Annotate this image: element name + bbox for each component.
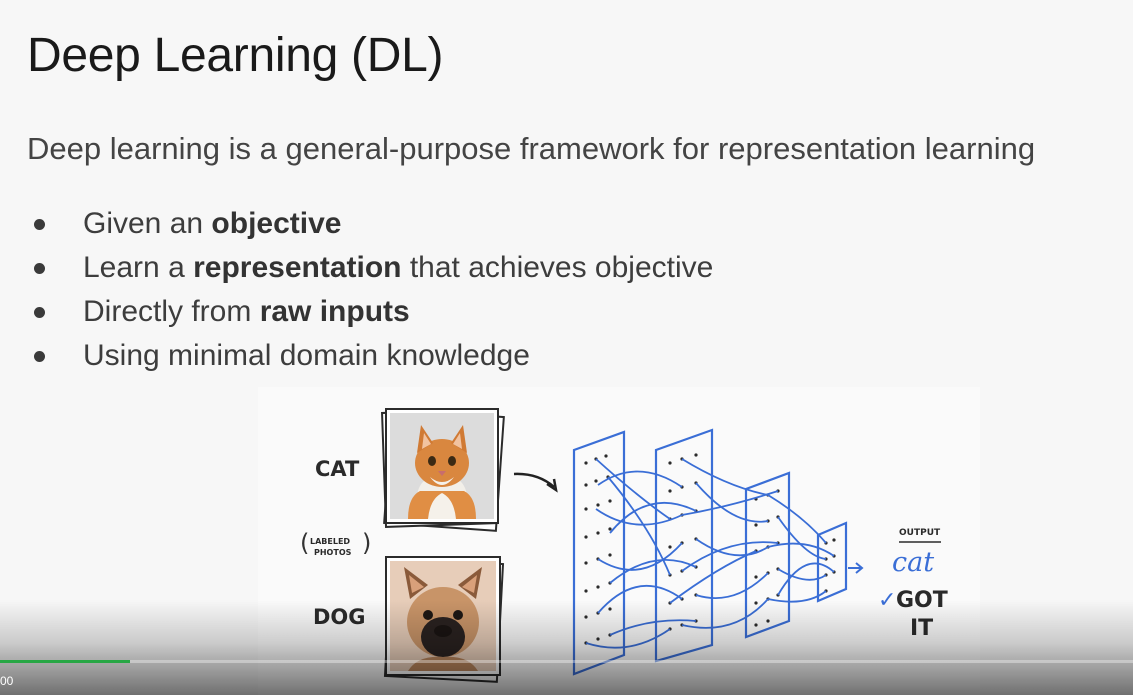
labeled-photos-line1: LABELED [310, 537, 350, 546]
illustration-svg: CAT ( ) LABELED PHOTOS DOG OUTPUT cat ✓ … [300, 408, 948, 683]
current-time: 00 [0, 674, 14, 688]
bullet-text: Given an [83, 207, 212, 240]
bullet-dot-icon [34, 307, 45, 318]
got-it-line1: GOT [896, 588, 948, 613]
bullet-text: Learn a [83, 251, 194, 284]
player-controls: 00 [0, 663, 1133, 695]
labeled-photos-line2: PHOTOS [314, 548, 352, 557]
bullet-item: Learn a representation that achieves obj… [34, 246, 713, 290]
paren-right-icon: ) [362, 529, 371, 557]
check-icon: ✓ [878, 588, 896, 613]
slide-subtitle: Deep learning is a general-purpose frame… [27, 131, 1036, 166]
bullet-text: Directly from [83, 295, 260, 328]
got-it-line2: IT [910, 616, 933, 641]
cat-label: CAT [315, 457, 360, 481]
paren-left-icon: ( [300, 529, 309, 557]
bullet-dot-icon [34, 351, 45, 362]
output-heading: OUTPUT [899, 528, 941, 538]
bullet-bold: objective [211, 207, 342, 240]
bullet-list: Given an objective Learn a representatio… [34, 202, 713, 378]
dog-label: DOG [313, 605, 366, 629]
output-value: cat [892, 547, 934, 578]
bullet-text: Using minimal domain knowledge [83, 339, 530, 372]
bullet-dot-icon [34, 263, 45, 274]
bullet-dot-icon [34, 219, 45, 230]
neural-network-illustration: CAT ( ) LABELED PHOTOS DOG OUTPUT cat ✓ … [258, 387, 980, 695]
bullet-text-after: that achieves objective [401, 251, 714, 284]
bullet-item: Given an objective [34, 202, 713, 246]
bullet-item: Using minimal domain knowledge [34, 334, 713, 378]
bullet-bold: raw inputs [259, 295, 410, 328]
slide: Deep Learning (DL) Deep learning is a ge… [0, 0, 1133, 695]
bullet-item: Directly from raw inputs [34, 290, 713, 334]
slide-title: Deep Learning (DL) [27, 29, 444, 82]
cat-photo-stack [381, 408, 505, 532]
network-layers [572, 428, 848, 676]
bullet-bold: representation [193, 251, 402, 284]
